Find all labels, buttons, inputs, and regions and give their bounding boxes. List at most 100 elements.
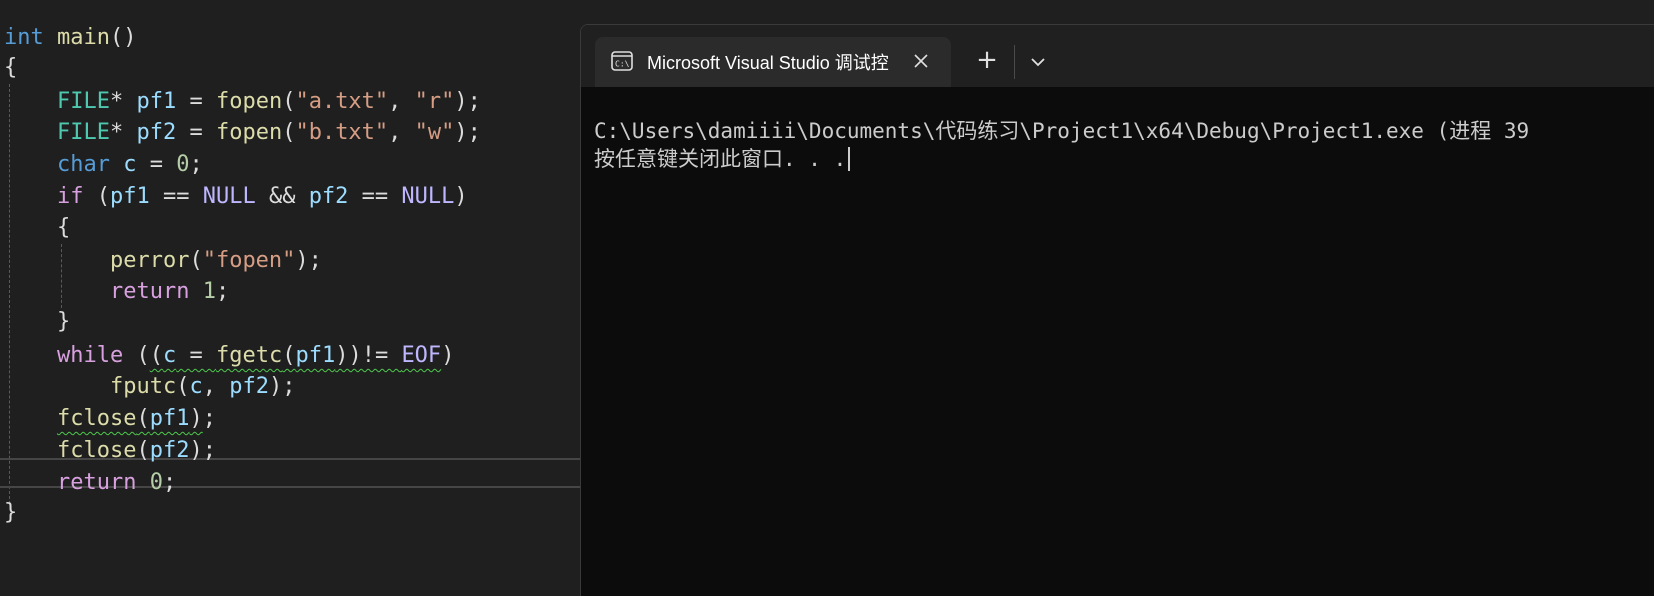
code-line[interactable]: { — [4, 52, 604, 84]
code-token: = — [176, 343, 216, 368]
code-token: c — [123, 152, 137, 177]
code-token: ( — [282, 120, 296, 145]
code-line[interactable]: perror("fopen"); — [4, 245, 604, 277]
code-token: 0 — [149, 470, 163, 495]
code-token: return — [109, 279, 190, 304]
new-tab-button[interactable]: + — [969, 45, 1005, 77]
code-line[interactable]: FILE* pf1 = fopen("a.txt", "r"); — [4, 86, 604, 118]
code-line[interactable]: if (pf1 == NULL && pf2 == NULL) — [4, 181, 604, 213]
code-token: ; — [162, 470, 177, 495]
code-token: ( — [136, 406, 150, 431]
code-token: if — [56, 184, 84, 209]
code-token: "b.txt" — [295, 120, 389, 145]
code-token: return — [56, 470, 137, 495]
code-token: ( — [189, 248, 203, 273]
code-line[interactable]: FILE* pf2 = fopen("b.txt", "w"); — [4, 117, 604, 149]
code-token: && — [255, 184, 309, 209]
code-token: pf2 — [136, 120, 177, 145]
code-token: NULL — [202, 184, 256, 209]
code-token: , — [202, 374, 230, 399]
code-token: ))!= — [335, 343, 402, 368]
code-token: = — [176, 89, 216, 114]
code-token: 0 — [176, 152, 190, 177]
code-token: ); — [454, 89, 481, 114]
code-line[interactable]: { — [4, 212, 604, 244]
code-token: } — [4, 309, 71, 334]
terminal-window[interactable]: C:\ Microsoft Visual Studio 调试控 + C:\Use… — [580, 24, 1654, 596]
code-token: , — [388, 89, 415, 114]
chevron-down-icon[interactable] — [1023, 47, 1053, 77]
code-token: 1 — [202, 279, 216, 304]
code-token: ) — [189, 406, 203, 431]
code-token: pf2 — [229, 374, 269, 399]
code-token: c — [189, 374, 203, 399]
code-token: ) — [441, 343, 455, 368]
code-token: ); — [454, 120, 481, 145]
code-token: ( — [149, 343, 163, 368]
code-token: "r" — [414, 89, 455, 114]
code-token: "fopen" — [202, 248, 296, 273]
code-token: () — [109, 25, 137, 50]
code-line[interactable]: return 0; — [4, 467, 604, 499]
code-line[interactable]: fputc(c, pf2); — [4, 371, 604, 403]
code-token: ; — [202, 406, 216, 431]
code-editor[interactable]: int main(){ FILE* pf1 = fopen("a.txt", "… — [0, 0, 600, 596]
code-line[interactable]: int main() — [4, 22, 604, 54]
code-token: fgetc — [215, 343, 283, 368]
code-token: fopen — [215, 89, 283, 114]
code-token: , — [388, 120, 415, 145]
terminal-output[interactable]: C:\Users\damiiii\Documents\代码练习\Project1… — [594, 117, 1529, 173]
code-token: c — [162, 343, 177, 368]
code-line[interactable]: while ((c = fgetc(pf1))!= EOF) — [4, 340, 604, 372]
code-token: ( — [282, 343, 296, 368]
code-line[interactable]: fclose(pf2); — [4, 435, 604, 467]
code-token: ( — [83, 184, 110, 209]
code-token: char — [56, 152, 110, 177]
code-token: perror — [109, 248, 190, 273]
code-token: { — [4, 215, 71, 240]
code-token: "w" — [414, 120, 455, 145]
code-token: fclose — [56, 438, 137, 463]
terminal-tab[interactable]: C:\ Microsoft Visual Studio 调试控 — [595, 37, 951, 87]
code-line[interactable]: fclose(pf1); — [4, 403, 604, 435]
code-line[interactable]: return 1; — [4, 276, 604, 308]
text-cursor — [848, 147, 851, 171]
code-token: main — [57, 25, 110, 50]
code-token: int — [4, 25, 44, 50]
code-token: ) — [454, 184, 468, 209]
code-token: pf2 — [308, 184, 349, 209]
svg-text:C:\: C:\ — [615, 60, 630, 69]
terminal-tab-bar: C:\ Microsoft Visual Studio 调试控 + — [581, 25, 1654, 87]
code-token: ( — [123, 343, 150, 368]
code-token: ); — [189, 438, 216, 463]
code-token: == — [149, 184, 203, 209]
tab-divider — [1014, 45, 1015, 79]
close-icon[interactable] — [907, 47, 935, 75]
code-token: == — [348, 184, 402, 209]
code-token: pf1 — [295, 343, 336, 368]
code-token: * — [109, 89, 137, 114]
code-token: ; — [189, 152, 203, 177]
code-token: pf2 — [149, 438, 190, 463]
code-token: pf1 — [136, 89, 177, 114]
code-token: ( — [136, 438, 150, 463]
code-token: } — [4, 500, 18, 525]
code-line[interactable]: } — [4, 497, 604, 529]
terminal-tab-title: Microsoft Visual Studio 调试控 — [647, 53, 889, 73]
code-token: while — [56, 343, 124, 368]
code-line[interactable]: char c = 0; — [4, 149, 604, 181]
code-line[interactable]: } — [4, 306, 604, 338]
code-token: ); — [268, 374, 296, 399]
